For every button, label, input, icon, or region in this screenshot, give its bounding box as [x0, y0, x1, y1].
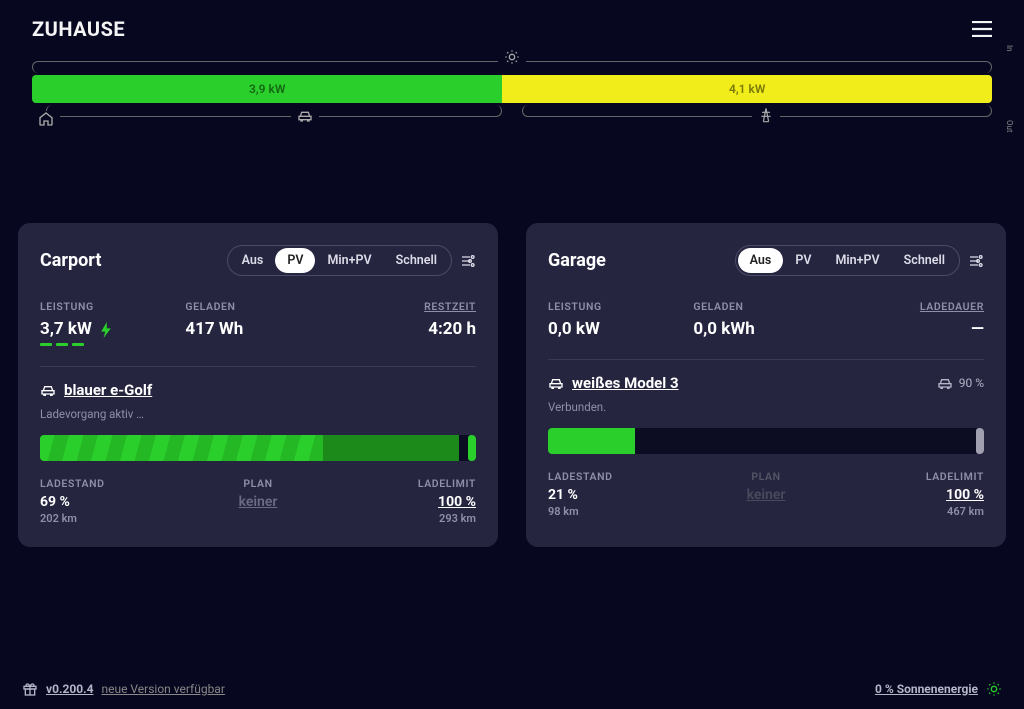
- mode-selector[interactable]: AusPVMin+PVSchnell: [227, 245, 452, 276]
- mode-option-min+pv[interactable]: Min+PV: [823, 248, 891, 273]
- loadpoint-title: Garage: [548, 250, 606, 271]
- vehicle-status: Verbunden.: [548, 400, 984, 414]
- ladestand-label: LADESTAND: [40, 477, 185, 490]
- limit-label: LADELIMIT: [331, 477, 476, 490]
- mode-option-aus[interactable]: Aus: [738, 248, 784, 273]
- loadpoint-card: Garage AusPVMin+PVSchnell LEISTUNG 0,0 kWGE…: [526, 223, 1006, 547]
- menu-button[interactable]: [972, 16, 992, 41]
- car-icon: [548, 375, 564, 391]
- limit-label: LADELIMIT: [839, 470, 984, 483]
- limit-handle[interactable]: [976, 428, 984, 454]
- energy-pv-segment: 3,9 kW: [32, 75, 502, 103]
- energy-grid-segment: 4,1 kW: [502, 75, 992, 103]
- loadpoint-title: Carport: [40, 250, 101, 271]
- car-icon: [937, 377, 953, 389]
- stat-label: GELADEN: [693, 300, 838, 313]
- version-link[interactable]: v0.200.4: [46, 682, 93, 696]
- stat-value: —: [839, 319, 984, 339]
- plan-value: keiner: [693, 487, 838, 503]
- bolt-icon: [100, 320, 112, 338]
- plan-value[interactable]: keiner: [185, 494, 330, 510]
- ladestand-sub: 98 km: [548, 505, 693, 518]
- loadpoint-card: Carport AusPVMin+PVSchnell LEISTUNG 3,7 kWG…: [18, 223, 498, 547]
- settings-icon[interactable]: [968, 252, 984, 268]
- stat-label: GELADEN: [185, 300, 330, 313]
- vehicle-name[interactable]: weißes Model 3: [548, 374, 679, 392]
- ladestand-label: LADESTAND: [548, 470, 693, 483]
- mode-option-min+pv[interactable]: Min+PV: [315, 248, 383, 273]
- stat-label: LEISTUNG: [548, 300, 693, 313]
- mode-option-pv[interactable]: PV: [783, 248, 823, 273]
- home-icon: [32, 111, 60, 127]
- label-out: Out: [1005, 120, 1014, 133]
- ladestand-value: 69 %: [40, 494, 185, 510]
- stat-label[interactable]: LADEDAUER: [839, 300, 984, 313]
- limit-sub: 467 km: [839, 505, 984, 518]
- charge-progress-bar[interactable]: [548, 428, 984, 454]
- plan-label: PLAN: [693, 470, 838, 483]
- limit-value[interactable]: 100 %: [331, 494, 476, 510]
- stat-label[interactable]: RESTZEIT: [331, 300, 476, 313]
- settings-icon[interactable]: [460, 252, 476, 268]
- stat-value: 0,0 kWh: [693, 319, 838, 339]
- mode-selector[interactable]: AusPVMin+PVSchnell: [735, 245, 960, 276]
- car-icon: [40, 382, 56, 398]
- phase-indicator: [40, 343, 185, 346]
- stat-value: 417 Wh: [185, 319, 330, 339]
- vehicle-soc-badge: 90 %: [937, 376, 984, 390]
- plan-label: PLAN: [185, 477, 330, 490]
- solar-energy-link[interactable]: 0 % Sonnenenergie: [875, 682, 978, 696]
- hamburger-icon: [972, 21, 992, 37]
- grid-tower-icon: [752, 107, 780, 123]
- limit-value[interactable]: 100 %: [839, 487, 984, 503]
- update-available-link[interactable]: neue Version verfügbar: [101, 682, 224, 696]
- sun-icon: [498, 49, 526, 65]
- limit-sub: 293 km: [331, 512, 476, 525]
- stat-value: 3,7 kW: [40, 319, 185, 339]
- vehicle-status: Ladevorgang aktiv …: [40, 407, 476, 421]
- stat-value: 0,0 kW: [548, 319, 693, 339]
- mode-option-schnell[interactable]: Schnell: [892, 248, 957, 273]
- limit-handle[interactable]: [468, 435, 476, 461]
- energy-flow-bar: 3,9 kW 4,1 kW: [32, 75, 992, 103]
- ladestand-sub: 202 km: [40, 512, 185, 525]
- car-icon: [291, 107, 319, 123]
- mode-option-aus[interactable]: Aus: [230, 248, 276, 273]
- sun-icon: [986, 681, 1002, 697]
- label-in: In: [1005, 45, 1014, 52]
- page-title: ZUHAUSE: [32, 17, 125, 41]
- gift-icon: [22, 681, 38, 697]
- stat-label: LEISTUNG: [40, 300, 185, 313]
- stat-value: 4:20 h: [331, 319, 476, 339]
- mode-option-schnell[interactable]: Schnell: [384, 248, 449, 273]
- vehicle-name[interactable]: blauer e-Golf: [40, 381, 152, 399]
- ladestand-value: 21 %: [548, 487, 693, 503]
- mode-option-pv[interactable]: PV: [275, 248, 315, 273]
- charge-progress-bar[interactable]: [40, 435, 476, 461]
